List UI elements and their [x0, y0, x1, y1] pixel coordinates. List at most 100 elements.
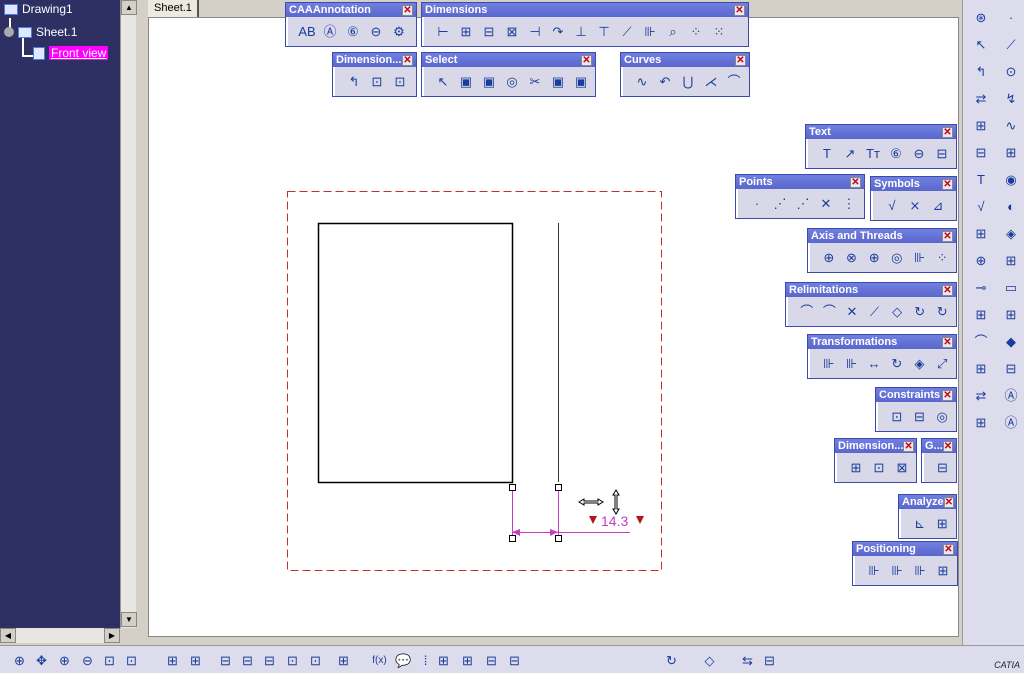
tree-node-sheet[interactable]: Sheet.1	[4, 25, 77, 39]
tool-icon[interactable]: ⇆	[738, 651, 757, 670]
tool-icon[interactable]: ⊟	[932, 457, 953, 479]
tool-icon[interactable]: ⊕	[818, 247, 840, 269]
tool-icon[interactable]: ◈	[909, 353, 931, 375]
tool-icon[interactable]: ↷	[547, 21, 569, 43]
tool-icon[interactable]: ↗	[839, 143, 861, 165]
scroll-right-button[interactable]: ▶	[104, 628, 120, 643]
tool-icon[interactable]: ▣	[547, 71, 569, 93]
tool-icon[interactable]: ⊡	[366, 71, 388, 93]
tool-icon[interactable]: ⊞	[434, 651, 453, 670]
tool-icon[interactable]: ⊠	[891, 457, 913, 479]
toolbar-title[interactable]: Axis and Threads ✕	[808, 229, 956, 243]
tool-icon[interactable]: ⊿	[927, 195, 949, 217]
toolbar-title[interactable]: G... ✕	[922, 439, 956, 453]
tool-icon[interactable]: ⌒	[819, 301, 841, 323]
tool-icon[interactable]: ⟋	[1001, 35, 1021, 55]
tool-icon[interactable]: ∿	[631, 71, 653, 93]
tool-icon[interactable]: ↯	[1001, 89, 1021, 109]
toolbar-title[interactable]: Curves ✕	[621, 53, 749, 67]
tool-icon[interactable]: T	[971, 170, 991, 190]
tool-icon[interactable]: ▣	[478, 71, 500, 93]
tool-icon[interactable]: ⊟	[238, 651, 257, 670]
tool-icon[interactable]: ⤢	[931, 353, 953, 375]
close-icon[interactable]: ✕	[850, 176, 861, 188]
tool-icon[interactable]: ◇	[700, 651, 719, 670]
tool-icon[interactable]: ⊕	[10, 651, 29, 670]
tool-icon[interactable]: ⊞	[971, 305, 991, 325]
toolbar-title[interactable]: Points ✕	[736, 175, 864, 189]
tool-icon[interactable]: ⊣	[524, 21, 546, 43]
tool-icon[interactable]: f(x)	[370, 651, 389, 670]
tool-icon[interactable]: ⇄	[971, 89, 991, 109]
tool-icon[interactable]: Ⓐ	[1001, 413, 1021, 433]
tool-icon[interactable]: ↖	[971, 35, 991, 55]
tool-icon[interactable]: ⑥	[885, 143, 907, 165]
toolbar-title[interactable]: Symbols ✕	[871, 177, 956, 191]
tool-icon[interactable]: Ⓐ	[1001, 386, 1021, 406]
tool-icon[interactable]: ◎	[931, 406, 953, 428]
tool-icon[interactable]: ⊪	[909, 247, 931, 269]
tool-icon[interactable]: ⊟	[971, 143, 991, 163]
tool-icon[interactable]: ⁘	[685, 21, 707, 43]
tool-icon[interactable]: ⊪	[909, 560, 931, 582]
tool-icon[interactable]: T	[816, 143, 838, 165]
tool-icon[interactable]: ↔	[863, 353, 885, 375]
tool-icon[interactable]: ⋌	[700, 71, 722, 93]
close-icon[interactable]: ✕	[735, 54, 746, 66]
toolbar-title[interactable]: Select ✕	[422, 53, 595, 67]
scroll-left-button[interactable]: ◀	[0, 628, 16, 643]
close-icon[interactable]: ✕	[942, 230, 953, 242]
toolbar-title[interactable]: Analyze ✕	[899, 495, 956, 509]
tool-icon[interactable]: ⊡	[868, 457, 890, 479]
tree-horizontal-scrollbar[interactable]: ◀ ▶	[0, 628, 120, 643]
tool-icon[interactable]: ↻	[909, 301, 931, 323]
tool-icon[interactable]: ⊖	[908, 143, 930, 165]
tool-icon[interactable]: ⌕	[662, 21, 684, 43]
tool-icon[interactable]: ▣	[570, 71, 592, 93]
drawing-sheet[interactable]	[148, 17, 959, 637]
toolbar-title[interactable]: Relimitations ✕	[786, 283, 956, 297]
tree-node-drawing[interactable]: Drawing1	[4, 2, 73, 16]
tool-icon[interactable]: ⟋	[864, 301, 886, 323]
tool-icon[interactable]: ⑥	[342, 21, 364, 43]
tool-icon[interactable]: ⊟	[482, 651, 501, 670]
tool-icon[interactable]: ⊟	[909, 406, 931, 428]
tool-icon[interactable]: ✂	[524, 71, 546, 93]
tool-icon[interactable]: ⊸	[971, 278, 991, 298]
tool-icon[interactable]: ⊞	[845, 457, 867, 479]
toolbar-title[interactable]: Constraints ✕	[876, 388, 956, 402]
tool-icon[interactable]: ·	[746, 193, 768, 215]
close-icon[interactable]: ✕	[942, 336, 953, 348]
tool-icon[interactable]: ⊡	[283, 651, 302, 670]
close-icon[interactable]: ✕	[581, 54, 592, 66]
tool-icon[interactable]: ◎	[501, 71, 523, 93]
close-icon[interactable]: ✕	[942, 440, 954, 452]
tool-icon[interactable]: ◐	[1001, 197, 1021, 217]
tool-icon[interactable]: ⊪	[863, 560, 885, 582]
tool-icon[interactable]: ⁘	[931, 247, 953, 269]
close-icon[interactable]: ✕	[402, 4, 413, 16]
tool-icon[interactable]: ⊛	[971, 8, 991, 28]
tool-icon[interactable]: ⊗	[841, 247, 863, 269]
tree-node-front-view[interactable]: Front view	[33, 46, 109, 60]
tool-icon[interactable]: ⊟	[478, 21, 500, 43]
tool-icon[interactable]: ↰	[343, 71, 365, 93]
tool-icon[interactable]: ⋮	[838, 193, 860, 215]
tool-icon[interactable]: √	[881, 195, 903, 217]
toolbar-title[interactable]: Dimension... ✕	[835, 439, 916, 453]
scroll-down-button[interactable]: ▼	[121, 612, 137, 627]
tool-icon[interactable]: ⊞	[1001, 143, 1021, 163]
tool-icon[interactable]: √	[971, 197, 991, 217]
close-icon[interactable]: ✕	[942, 178, 953, 190]
close-icon[interactable]: ✕	[942, 389, 953, 401]
tool-icon[interactable]: ⊟	[1001, 359, 1021, 379]
toolbar-title[interactable]: Transformations ✕	[808, 335, 956, 349]
tool-icon[interactable]: ⊞	[1001, 251, 1021, 271]
tool-icon[interactable]: ↖	[432, 71, 454, 93]
tool-icon[interactable]: ⊢	[432, 21, 454, 43]
tool-icon[interactable]: ⊟	[760, 651, 779, 670]
tool-icon[interactable]: ⌒	[723, 71, 745, 93]
tool-icon[interactable]: ⨯	[904, 195, 926, 217]
tool-icon[interactable]: ◆	[1001, 332, 1021, 352]
tool-icon[interactable]: ⊟	[216, 651, 235, 670]
